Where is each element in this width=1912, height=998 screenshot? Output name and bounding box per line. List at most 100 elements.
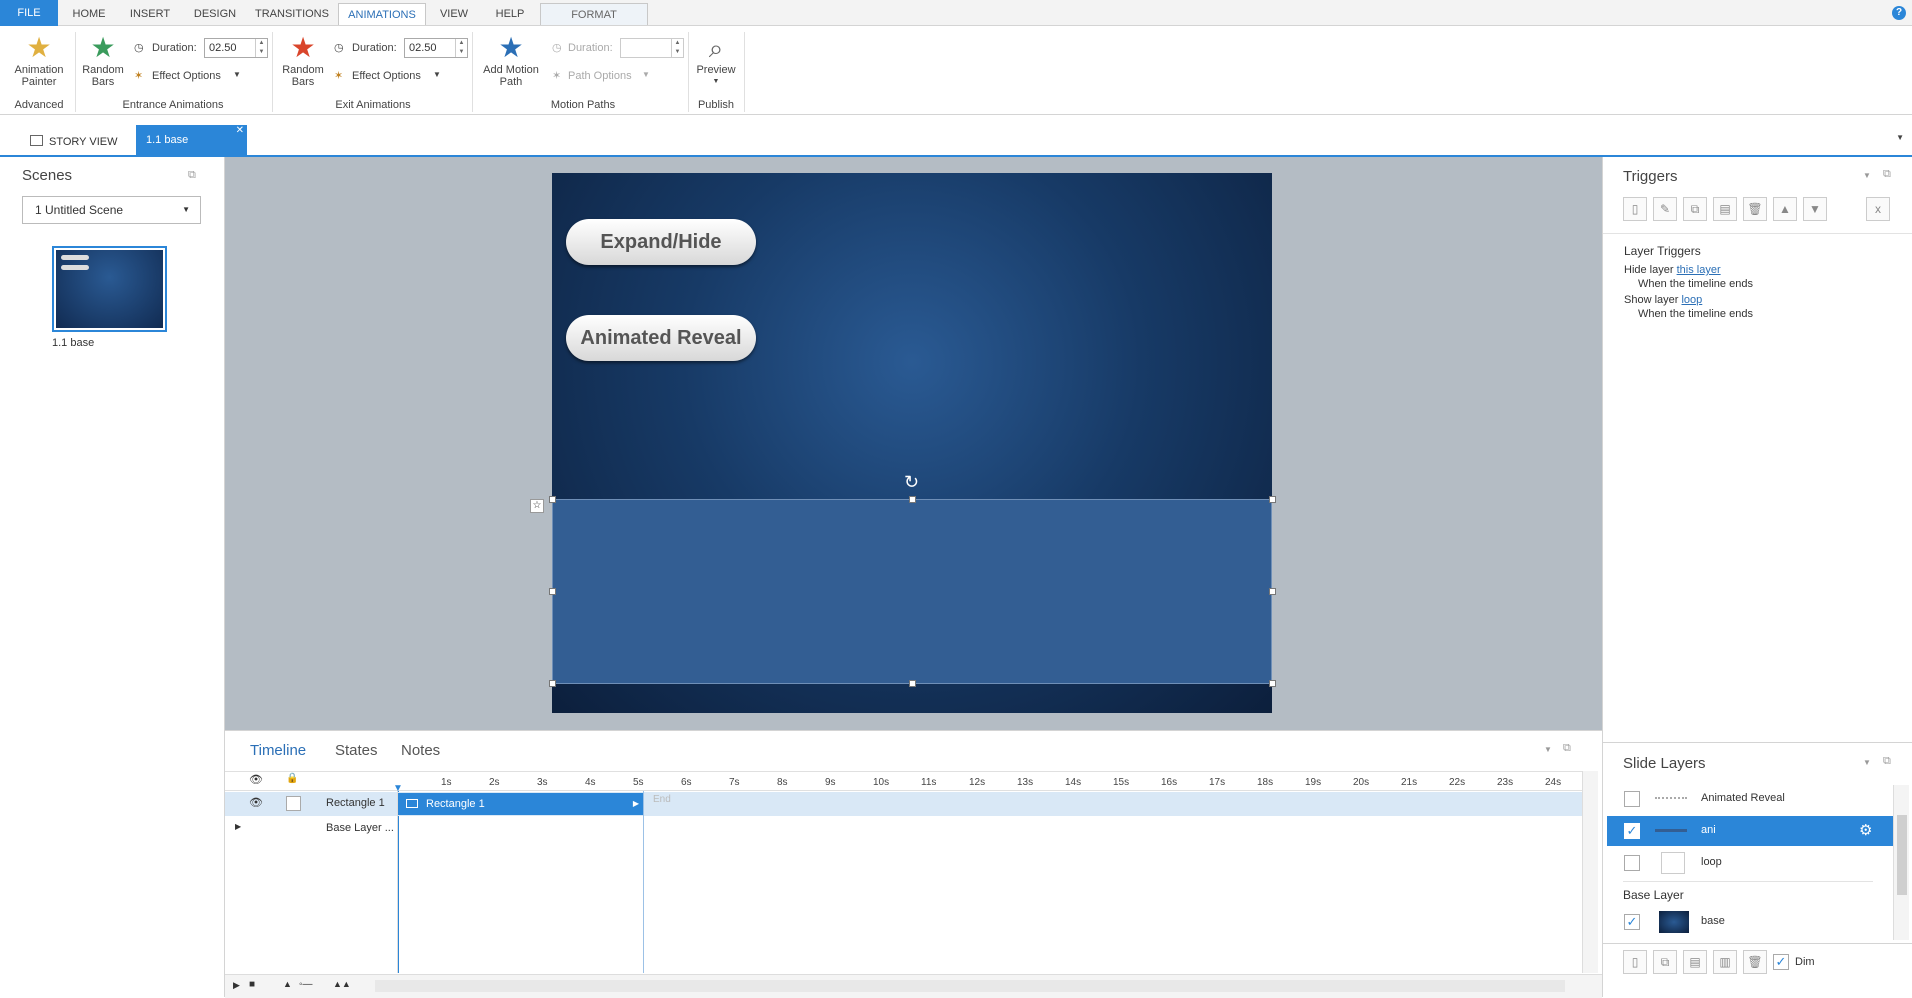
exit-effect-options[interactable]: Effect Options: [352, 70, 421, 82]
zoom-in-icon[interactable]: ▲: [283, 979, 292, 989]
tab-view[interactable]: VIEW: [430, 3, 478, 25]
spinner-arrows-icon[interactable]: ▲ ▼: [671, 39, 683, 57]
chevron-down-icon[interactable]: ▼: [233, 70, 241, 79]
spinner-arrows-icon[interactable]: ▲ ▼: [455, 39, 467, 57]
entrance-duration-input[interactable]: 02.50 ▲ ▼: [204, 38, 268, 58]
trigger-2[interactable]: Show layer loop: [1624, 294, 1702, 306]
restore-panel-icon[interactable]: ⧉: [1883, 755, 1891, 768]
new-trigger-icon[interactable]: ▯: [1623, 197, 1647, 221]
edit-trigger-icon[interactable]: ✎: [1653, 197, 1677, 221]
variables-icon[interactable]: x: [1866, 197, 1890, 221]
scene-selector[interactable]: 1 Untitled Scene ▼: [22, 196, 201, 224]
chevron-down-icon[interactable]: ▼: [1896, 133, 1904, 142]
path-options[interactable]: Path Options: [568, 70, 632, 82]
resize-handle[interactable]: [549, 680, 556, 687]
expand-arrow-icon[interactable]: ▶: [235, 822, 241, 831]
tab-states[interactable]: States: [335, 742, 378, 759]
motion-duration-input[interactable]: ▲ ▼: [620, 38, 684, 58]
timeline-row-selected[interactable]: 👁 Rectangle 1 Rectangle 1 ▶ End: [225, 792, 1582, 816]
expand-hide-button[interactable]: Expand/Hide: [566, 219, 756, 265]
eye-icon[interactable]: 👁: [249, 796, 263, 809]
dim-checkbox[interactable]: ✓: [1773, 954, 1789, 970]
layer-visibility-checkbox[interactable]: [1624, 855, 1640, 871]
story-view-tab[interactable]: STORY VIEW: [30, 132, 117, 152]
move-up-icon[interactable]: ▲: [1773, 197, 1797, 221]
animation-painter-button[interactable]: ★ Animation Painter: [8, 32, 70, 88]
help-icon[interactable]: ?: [1892, 6, 1906, 20]
exit-random-bars-button[interactable]: ★ Random Bars: [278, 32, 328, 88]
paste-layer-icon[interactable]: ▥: [1713, 950, 1737, 974]
chevron-down-icon[interactable]: ▼: [642, 70, 650, 79]
chevron-down-icon[interactable]: ▼: [1863, 171, 1871, 180]
tab-format[interactable]: FORMAT: [540, 3, 648, 25]
trigger-1[interactable]: Hide layer this layer: [1624, 264, 1721, 276]
timeline-bar[interactable]: Rectangle 1 ▶: [398, 793, 643, 815]
zoom-out-icon[interactable]: ▲▲: [333, 979, 351, 989]
close-icon[interactable]: ✕: [236, 116, 244, 146]
zoom-slider[interactable]: ◦—: [299, 979, 313, 990]
layer-visibility-checkbox[interactable]: ✓: [1624, 914, 1640, 930]
entrance-effect-options[interactable]: Effect Options: [152, 70, 221, 82]
restore-panel-icon[interactable]: ⧉: [1883, 168, 1891, 181]
chevron-down-icon[interactable]: ▼: [1863, 758, 1871, 767]
layer-row[interactable]: Animated Reveal: [1603, 784, 1893, 814]
layer-row-selected[interactable]: ✓ ani ⚙: [1607, 816, 1893, 846]
layer-visibility-checkbox[interactable]: [1624, 791, 1640, 807]
timeline-horizontal-scrollbar[interactable]: [375, 980, 1565, 992]
layer-row[interactable]: loop: [1603, 848, 1893, 878]
trigger-2-link[interactable]: loop: [1681, 294, 1702, 306]
animated-reveal-button[interactable]: Animated Reveal: [566, 315, 756, 361]
delete-layer-icon[interactable]: 🗑: [1743, 950, 1767, 974]
resize-handle[interactable]: [1269, 588, 1276, 595]
resize-handle[interactable]: [549, 588, 556, 595]
restore-panel-icon[interactable]: ⧉: [1563, 742, 1571, 755]
duplicate-layer-icon[interactable]: ⧉: [1653, 950, 1677, 974]
gear-icon[interactable]: ⚙: [1859, 821, 1872, 839]
lock-checkbox[interactable]: [286, 796, 301, 811]
move-down-icon[interactable]: ▼: [1803, 197, 1827, 221]
tab-help[interactable]: HELP: [486, 3, 534, 25]
animation-star-icon[interactable]: ☆: [530, 499, 544, 513]
tab-animations[interactable]: ANIMATIONS: [338, 3, 426, 25]
resize-handle[interactable]: [1269, 496, 1276, 503]
layers-scrollbar[interactable]: [1893, 785, 1909, 940]
new-layer-icon[interactable]: ▯: [1623, 950, 1647, 974]
delete-trigger-icon[interactable]: 🗑: [1743, 197, 1767, 221]
trigger-1-link[interactable]: this layer: [1677, 264, 1721, 276]
slide-thumbnail[interactable]: [52, 246, 167, 332]
preview-button[interactable]: ⌕ Preview ▼: [692, 32, 740, 88]
rectangle-1-shape[interactable]: [552, 499, 1272, 684]
copy-layer-icon[interactable]: ▤: [1683, 950, 1707, 974]
tab-notes[interactable]: Notes: [401, 742, 440, 759]
tab-file[interactable]: FILE: [0, 0, 58, 26]
add-motion-path-button[interactable]: ★ Add Motion Path: [478, 32, 544, 88]
tab-home[interactable]: HOME: [62, 3, 116, 25]
timeline-row[interactable]: ▶ Base Layer ...: [225, 817, 1582, 841]
resize-handle[interactable]: [1269, 680, 1276, 687]
exit-duration-input[interactable]: 02.50 ▲ ▼: [404, 38, 468, 58]
tab-timeline[interactable]: Timeline: [250, 742, 306, 759]
layer-visibility-checkbox[interactable]: ✓: [1624, 823, 1640, 839]
stop-icon[interactable]: ■: [249, 979, 255, 990]
chevron-down-icon[interactable]: ▼: [1544, 745, 1552, 754]
timeline-vertical-scrollbar[interactable]: [1582, 771, 1598, 973]
tab-insert[interactable]: INSERT: [120, 3, 180, 25]
resize-handle[interactable]: [549, 496, 556, 503]
slide-tab-active[interactable]: 1.1 base ✕: [136, 125, 247, 155]
spinner-arrows-icon[interactable]: ▲ ▼: [255, 39, 267, 57]
copy-trigger-icon[interactable]: ⧉: [1683, 197, 1707, 221]
lock-icon[interactable]: 🔒: [286, 773, 298, 784]
tab-transitions[interactable]: TRANSITIONS: [250, 3, 334, 25]
scrollbar-thumb[interactable]: [1897, 815, 1907, 895]
eye-icon[interactable]: 👁: [249, 773, 263, 786]
base-layer-row[interactable]: ✓ base: [1603, 907, 1893, 937]
resize-handle[interactable]: [909, 680, 916, 687]
resize-handle[interactable]: [909, 496, 916, 503]
entrance-random-bars-button[interactable]: ★ Random Bars: [78, 32, 128, 88]
tab-design[interactable]: DESIGN: [184, 3, 246, 25]
rotate-handle-icon[interactable]: ↻: [904, 472, 919, 493]
restore-panel-icon[interactable]: ⧉: [188, 169, 196, 182]
chevron-down-icon[interactable]: ▼: [433, 70, 441, 79]
paste-trigger-icon[interactable]: ▤: [1713, 197, 1737, 221]
play-icon[interactable]: ▶: [233, 980, 240, 991]
